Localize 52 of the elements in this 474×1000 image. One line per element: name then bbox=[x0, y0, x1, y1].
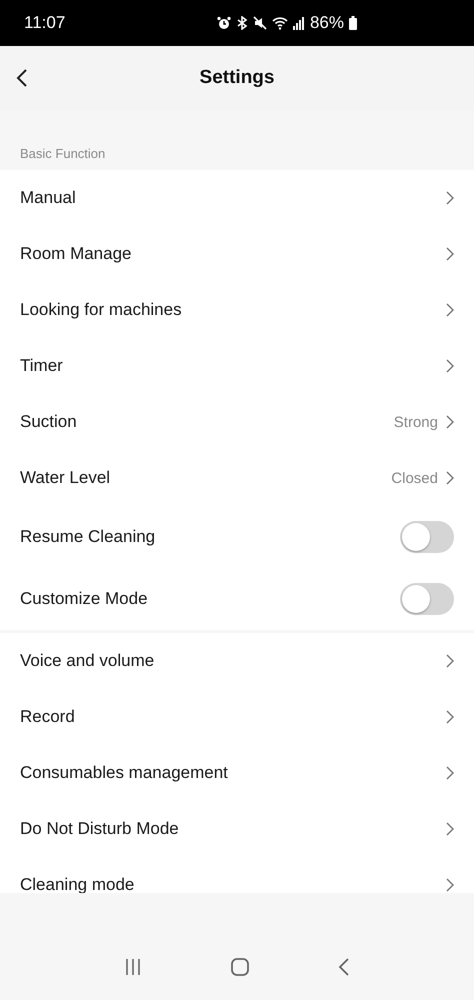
chevron-icon bbox=[446, 471, 454, 485]
chevron-icon bbox=[446, 822, 454, 836]
toggle-switch[interactable] bbox=[400, 521, 454, 553]
setting-label: Looking for machines bbox=[20, 300, 182, 320]
setting-label: Suction bbox=[20, 412, 77, 432]
clock-time: 11:07 bbox=[24, 13, 66, 33]
settings-row[interactable]: Timer bbox=[0, 338, 474, 394]
settings-row[interactable]: Resume Cleaning bbox=[0, 506, 474, 568]
chevron-icon bbox=[446, 303, 454, 317]
settings-row[interactable]: Customize Mode bbox=[0, 568, 474, 630]
settings-row[interactable]: Do Not Disturb Mode bbox=[0, 801, 474, 857]
home-icon[interactable] bbox=[230, 958, 249, 976]
wifi-icon bbox=[272, 16, 288, 30]
alarm-icon bbox=[216, 16, 231, 30]
mute-icon bbox=[252, 16, 267, 30]
page-title: Settings bbox=[200, 67, 274, 89]
signal-icon bbox=[292, 16, 305, 30]
settings-row[interactable]: Consumables management bbox=[0, 745, 474, 801]
chevron-icon bbox=[446, 878, 454, 892]
settings-row[interactable]: Voice and volume bbox=[0, 633, 474, 689]
recent-apps-icon[interactable] bbox=[124, 958, 142, 976]
chevron-icon bbox=[446, 654, 454, 668]
battery-percent: 86% bbox=[310, 13, 344, 33]
settings-row[interactable]: Room Manage bbox=[0, 226, 474, 282]
chevron-icon bbox=[446, 766, 454, 780]
bluetooth-icon bbox=[236, 16, 248, 30]
chevron-icon bbox=[446, 359, 454, 373]
setting-label: Customize Mode bbox=[20, 589, 148, 609]
battery-icon bbox=[349, 16, 357, 30]
settings-row[interactable]: Suction Strong bbox=[0, 394, 474, 450]
setting-label: Resume Cleaning bbox=[20, 527, 156, 547]
settings-row[interactable]: Water Level Closed bbox=[0, 450, 474, 506]
setting-label: Manual bbox=[20, 188, 76, 208]
toggle-switch[interactable] bbox=[400, 583, 454, 615]
settings-row[interactable]: Manual bbox=[0, 170, 474, 226]
chevron-icon bbox=[446, 710, 454, 724]
setting-label: Do Not Disturb Mode bbox=[20, 819, 179, 839]
chevron-icon bbox=[446, 247, 454, 261]
back-icon[interactable] bbox=[338, 958, 350, 976]
setting-label: Voice and volume bbox=[20, 651, 154, 671]
setting-value: Closed bbox=[391, 470, 438, 486]
setting-label: Water Level bbox=[20, 468, 110, 488]
setting-value: Strong bbox=[394, 414, 438, 430]
setting-label: Room Manage bbox=[20, 244, 132, 264]
chevron-icon bbox=[446, 415, 454, 429]
setting-label: Record bbox=[20, 707, 75, 727]
setting-label: Timer bbox=[20, 356, 63, 376]
settings-row[interactable]: Looking for machines bbox=[0, 282, 474, 338]
chevron-icon bbox=[446, 191, 454, 205]
setting-label: Consumables management bbox=[20, 763, 228, 783]
section-label: Basic Function bbox=[19, 145, 106, 163]
settings-row[interactable]: Record bbox=[0, 689, 474, 745]
